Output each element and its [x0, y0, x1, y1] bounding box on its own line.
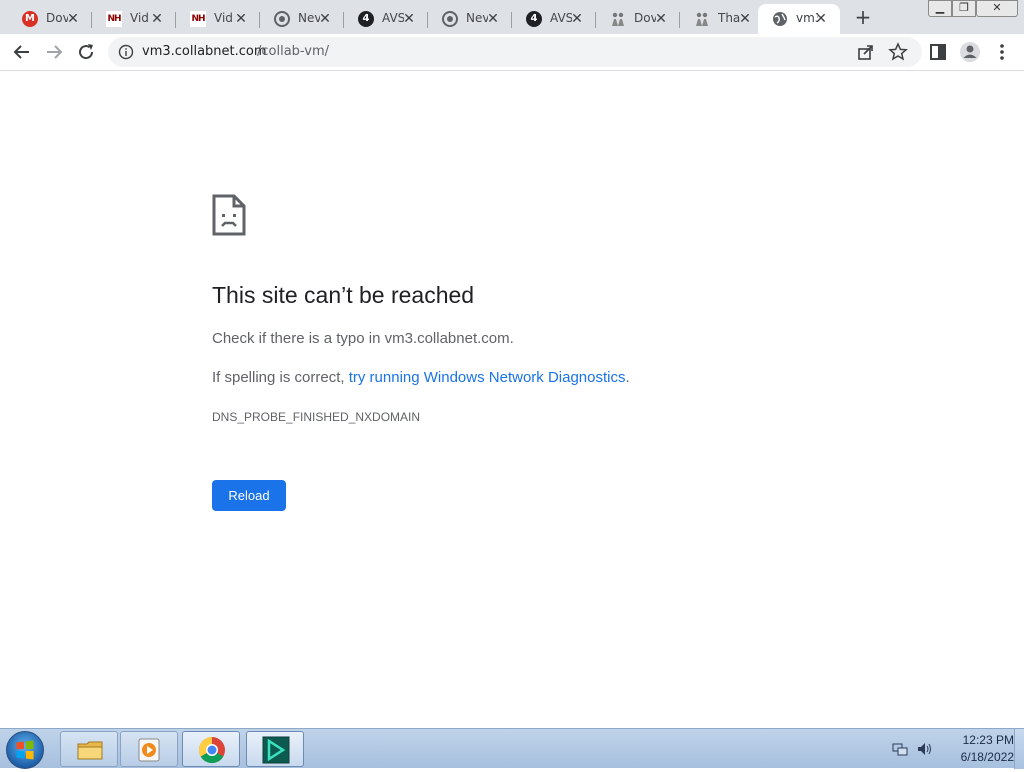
show-desktop-button[interactable] [1014, 729, 1024, 769]
info-icon[interactable] [118, 44, 134, 60]
refresh-icon [79, 44, 94, 60]
tab-3[interactable]: NH Vid ✕ [176, 4, 260, 34]
maximize-button[interactable]: ❐ [952, 0, 976, 17]
tab-title: Vid [130, 11, 149, 25]
reload-toolbar-button[interactable] [74, 40, 98, 64]
error-hint-diagnostics: If spelling is correct, try running Wind… [212, 369, 630, 386]
nh-logo-icon: NH [190, 11, 206, 27]
tab-title: Dov [46, 11, 68, 25]
network-icon[interactable] [892, 741, 908, 757]
number-4-icon: 4 [526, 11, 542, 27]
taskbar-explorer[interactable] [60, 731, 118, 767]
avatar-icon [960, 42, 980, 62]
close-icon[interactable]: ✕ [570, 12, 584, 26]
back-arrow-icon [13, 45, 29, 59]
close-icon[interactable]: ✕ [150, 12, 164, 26]
system-tray: 12:23 PM 6/18/2022 [884, 729, 1024, 769]
tab-title: Nev [298, 11, 320, 25]
back-button[interactable] [10, 40, 34, 64]
tab-1[interactable]: M Dov ✕ [8, 4, 92, 34]
chrome-icon [442, 11, 458, 27]
url-path: /collab-vm/ [257, 44, 330, 59]
profile-button[interactable] [958, 40, 982, 64]
tab-5[interactable]: 4 AVS ✕ [344, 4, 428, 34]
close-icon[interactable]: ✕ [234, 12, 248, 26]
bookmark-star-icon[interactable] [888, 42, 908, 62]
reload-button[interactable]: Reload [212, 480, 286, 511]
tab-2[interactable]: NH Vid ✕ [92, 4, 176, 34]
windows-logo-icon [16, 740, 34, 760]
close-icon[interactable]: ✕ [654, 12, 668, 26]
error-hint-typo: Check if there is a typo in vm3.collabne… [212, 330, 514, 347]
close-icon[interactable]: ✕ [814, 12, 828, 26]
tab-title: Nev [466, 11, 488, 25]
more-vertical-icon [1000, 44, 1004, 60]
hint-suffix: . [625, 369, 630, 386]
tab-7[interactable]: 4 AVS ✕ [512, 4, 596, 34]
tab-strip: M Dov ✕ NH Vid ✕ NH Vid ✕ Nev ✕ 4 AVS ✕ … [0, 0, 1024, 34]
mail-m-icon: M [22, 11, 38, 27]
forward-arrow-icon [47, 45, 63, 59]
taskbar-media-player[interactable] [120, 731, 178, 767]
close-icon[interactable]: ✕ [738, 12, 752, 26]
side-panel-icon [930, 44, 946, 60]
menu-button[interactable] [990, 40, 1014, 64]
globe-icon [773, 12, 787, 26]
media-player-icon [138, 738, 160, 762]
folder-icon [77, 741, 103, 760]
tab-6[interactable]: Nev ✕ [428, 4, 512, 34]
sad-page-icon [212, 194, 246, 236]
close-icon[interactable]: ✕ [66, 12, 80, 26]
nh-logo-icon: NH [106, 11, 122, 27]
people-icon [612, 12, 624, 26]
clock-time[interactable]: 12:23 PM [940, 733, 1014, 747]
taskbar: 12:23 PM 6/18/2022 [0, 728, 1024, 769]
side-panel-button[interactable] [926, 40, 950, 64]
tab-current[interactable]: vm3 ✕ [758, 4, 840, 34]
tab-title: Vid [214, 11, 233, 25]
volume-icon[interactable] [916, 741, 932, 757]
window-close-button[interactable]: ✕ [976, 0, 1018, 17]
address-bar[interactable]: vm3.collabnet.com /collab-vm/ [108, 37, 922, 67]
chrome-icon [198, 736, 225, 764]
error-title: This site can’t be reached [212, 282, 475, 308]
chrome-icon [274, 11, 290, 27]
close-icon[interactable]: ✕ [486, 12, 500, 26]
tab-title: AVS [550, 11, 572, 25]
diagnostics-link[interactable]: try running Windows Network Diagnostics [349, 369, 626, 386]
number-4-icon: 4 [358, 11, 374, 27]
share-icon[interactable] [856, 42, 876, 62]
taskbar-chrome[interactable] [182, 731, 240, 767]
page-content: This site can’t be reached Check if ther… [0, 72, 1024, 728]
tab-title: AVS [382, 11, 404, 25]
start-button[interactable] [6, 731, 44, 769]
tab-title: Tha [718, 11, 740, 25]
taskbar-app[interactable] [246, 731, 304, 767]
tab-title: Dov [634, 11, 656, 25]
tab-4[interactable]: Nev ✕ [260, 4, 344, 34]
close-icon[interactable]: ✕ [318, 12, 332, 26]
close-icon[interactable]: ✕ [402, 12, 416, 26]
url-host: vm3.collabnet.com [142, 44, 267, 59]
forward-button[interactable] [42, 40, 66, 64]
clock-date[interactable]: 6/18/2022 [940, 750, 1014, 764]
minimize-button[interactable]: ▁ [928, 0, 952, 17]
tab-9[interactable]: Tha ✕ [680, 4, 764, 34]
tab-8[interactable]: Dov ✕ [596, 4, 680, 34]
browser-toolbar: vm3.collabnet.com /collab-vm/ [0, 34, 1024, 71]
app-logo-icon [262, 736, 290, 764]
people-icon [696, 12, 708, 26]
error-code: DNS_PROBE_FINISHED_NXDOMAIN [212, 410, 421, 424]
hint-prefix: If spelling is correct, [212, 369, 349, 386]
new-tab-button[interactable]: + [852, 6, 874, 28]
